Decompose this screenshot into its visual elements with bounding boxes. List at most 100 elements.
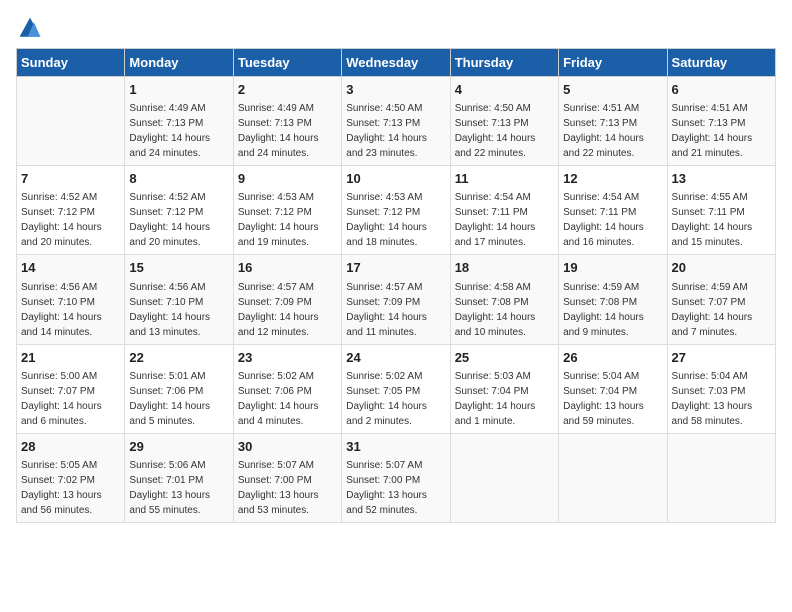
calendar-cell	[450, 433, 558, 522]
calendar-cell: 25 Sunrise: 5:03 AM Sunset: 7:04 PM Dayli…	[450, 344, 558, 433]
day-number: 17	[346, 259, 445, 277]
day-number: 26	[563, 349, 662, 367]
day-number: 19	[563, 259, 662, 277]
logo	[16, 16, 42, 40]
day-info: Sunrise: 4:59 AM Sunset: 7:08 PM Dayligh…	[563, 280, 662, 340]
calendar-cell: 7 Sunrise: 4:52 AM Sunset: 7:12 PM Daylig…	[17, 166, 125, 255]
calendar-cell: 16 Sunrise: 4:57 AM Sunset: 7:09 PM Dayli…	[233, 255, 341, 344]
calendar-cell: 2Sunrise: 4:49 AM Sunset: 7:13 PM Daylig…	[233, 77, 341, 166]
day-info: Sunrise: 4:58 AM Sunset: 7:08 PM Dayligh…	[455, 280, 554, 340]
day-info: Sunrise: 5:06 AM Sunset: 7:01 PM Dayligh…	[129, 458, 228, 518]
day-number: 7	[21, 170, 120, 188]
calendar-cell: 12Sunrise: 4:54 AM Sunset: 7:11 PM Dayli…	[559, 166, 667, 255]
day-info: Sunrise: 4:54 AM Sunset: 7:11 PM Dayligh…	[563, 190, 662, 250]
calendar-cell: 14Sunrise: 4:56 AM Sunset: 7:10 PM Dayli…	[17, 255, 125, 344]
calendar-cell: 27Sunrise: 5:04 AM Sunset: 7:03 PM Dayli…	[667, 344, 775, 433]
day-info: Sunrise: 4:52 AM Sunset: 7:12 PM Dayligh…	[129, 190, 228, 250]
day-info: Sunrise: 5:04 AM Sunset: 7:04 PM Dayligh…	[563, 369, 662, 429]
day-info: Sunrise: 4:56 AM Sunset: 7:10 PM Dayligh…	[129, 280, 228, 340]
day-info: Sunrise: 4:57 AM Sunset: 7:09 PM Dayligh…	[346, 280, 445, 340]
day-number: 4	[455, 81, 554, 99]
day-info: Sunrise: 4:49 AM Sunset: 7:13 PM Dayligh…	[129, 101, 228, 161]
day-number: 20	[672, 259, 771, 277]
day-info: Sunrise: 4:57 AM Sunset: 7:09 PM Dayligh…	[238, 280, 337, 340]
day-number: 31	[346, 438, 445, 456]
day-info: Sunrise: 4:51 AM Sunset: 7:13 PM Dayligh…	[672, 101, 771, 161]
calendar-cell: 11 Sunrise: 4:54 AM Sunset: 7:11 PM Dayli…	[450, 166, 558, 255]
calendar-cell: 20 Sunrise: 4:59 AM Sunset: 7:07 PM Dayli…	[667, 255, 775, 344]
calendar-cell: 8 Sunrise: 4:52 AM Sunset: 7:12 PM Daylig…	[125, 166, 233, 255]
day-info: Sunrise: 5:02 AM Sunset: 7:06 PM Dayligh…	[238, 369, 337, 429]
calendar-cell	[17, 77, 125, 166]
day-number: 11	[455, 170, 554, 188]
calendar-cell: 18 Sunrise: 4:58 AM Sunset: 7:08 PM Dayli…	[450, 255, 558, 344]
calendar-cell: 26 Sunrise: 5:04 AM Sunset: 7:04 PM Dayli…	[559, 344, 667, 433]
day-info: Sunrise: 4:59 AM Sunset: 7:07 PM Dayligh…	[672, 280, 771, 340]
day-info: Sunrise: 4:55 AM Sunset: 7:11 PM Dayligh…	[672, 190, 771, 250]
weekday-header-wednesday: Wednesday	[342, 49, 450, 77]
weekday-header-sunday: Sunday	[17, 49, 125, 77]
day-number: 16	[238, 259, 337, 277]
day-info: Sunrise: 5:05 AM Sunset: 7:02 PM Dayligh…	[21, 458, 120, 518]
calendar-cell: 31 Sunrise: 5:07 AM Sunset: 7:00 PM Dayli…	[342, 433, 450, 522]
day-info: Sunrise: 4:51 AM Sunset: 7:13 PM Dayligh…	[563, 101, 662, 161]
day-number: 24	[346, 349, 445, 367]
calendar-cell: 19 Sunrise: 4:59 AM Sunset: 7:08 PM Dayli…	[559, 255, 667, 344]
weekday-header-monday: Monday	[125, 49, 233, 77]
calendar-cell: 29 Sunrise: 5:06 AM Sunset: 7:01 PM Dayli…	[125, 433, 233, 522]
weekday-header-tuesday: Tuesday	[233, 49, 341, 77]
calendar-cell: 22 Sunrise: 5:01 AM Sunset: 7:06 PM Dayli…	[125, 344, 233, 433]
header	[16, 16, 776, 40]
weekday-header-thursday: Thursday	[450, 49, 558, 77]
day-number: 6	[672, 81, 771, 99]
day-info: Sunrise: 5:03 AM Sunset: 7:04 PM Dayligh…	[455, 369, 554, 429]
day-info: Sunrise: 5:07 AM Sunset: 7:00 PM Dayligh…	[238, 458, 337, 518]
day-number: 10	[346, 170, 445, 188]
day-number: 21	[21, 349, 120, 367]
day-number: 13	[672, 170, 771, 188]
day-number: 14	[21, 259, 120, 277]
day-info: Sunrise: 5:01 AM Sunset: 7:06 PM Dayligh…	[129, 369, 228, 429]
calendar-cell: 10 Sunrise: 4:53 AM Sunset: 7:12 PM Dayli…	[342, 166, 450, 255]
calendar-cell: 5 Sunrise: 4:51 AM Sunset: 7:13 PM Daylig…	[559, 77, 667, 166]
day-info: Sunrise: 4:50 AM Sunset: 7:13 PM Dayligh…	[455, 101, 554, 161]
calendar-cell: 17 Sunrise: 4:57 AM Sunset: 7:09 PM Dayli…	[342, 255, 450, 344]
calendar-cell: 6 Sunrise: 4:51 AM Sunset: 7:13 PM Daylig…	[667, 77, 775, 166]
logo-icon	[18, 16, 42, 40]
day-info: Sunrise: 5:02 AM Sunset: 7:05 PM Dayligh…	[346, 369, 445, 429]
day-info: Sunrise: 4:53 AM Sunset: 7:12 PM Dayligh…	[238, 190, 337, 250]
calendar-table: SundayMondayTuesdayWednesdayThursdayFrid…	[16, 48, 776, 523]
day-info: Sunrise: 5:00 AM Sunset: 7:07 PM Dayligh…	[21, 369, 120, 429]
day-info: Sunrise: 4:53 AM Sunset: 7:12 PM Dayligh…	[346, 190, 445, 250]
day-number: 29	[129, 438, 228, 456]
day-number: 23	[238, 349, 337, 367]
calendar-cell: 15Sunrise: 4:56 AM Sunset: 7:10 PM Dayli…	[125, 255, 233, 344]
day-number: 8	[129, 170, 228, 188]
calendar-cell: 28Sunrise: 5:05 AM Sunset: 7:02 PM Dayli…	[17, 433, 125, 522]
day-number: 3	[346, 81, 445, 99]
calendar-cell: 23 Sunrise: 5:02 AM Sunset: 7:06 PM Dayli…	[233, 344, 341, 433]
day-info: Sunrise: 5:07 AM Sunset: 7:00 PM Dayligh…	[346, 458, 445, 518]
day-number: 1	[129, 81, 228, 99]
calendar-cell	[559, 433, 667, 522]
day-number: 25	[455, 349, 554, 367]
calendar-cell: 9 Sunrise: 4:53 AM Sunset: 7:12 PM Daylig…	[233, 166, 341, 255]
day-number: 18	[455, 259, 554, 277]
calendar-cell: 24 Sunrise: 5:02 AM Sunset: 7:05 PM Dayli…	[342, 344, 450, 433]
calendar-cell: 3 Sunrise: 4:50 AM Sunset: 7:13 PM Daylig…	[342, 77, 450, 166]
day-info: Sunrise: 4:52 AM Sunset: 7:12 PM Dayligh…	[21, 190, 120, 250]
calendar-cell: 4 Sunrise: 4:50 AM Sunset: 7:13 PM Daylig…	[450, 77, 558, 166]
day-number: 22	[129, 349, 228, 367]
calendar-cell: 30 Sunrise: 5:07 AM Sunset: 7:00 PM Dayli…	[233, 433, 341, 522]
calendar-cell	[667, 433, 775, 522]
day-info: Sunrise: 4:49 AM Sunset: 7:13 PM Dayligh…	[238, 101, 337, 161]
day-number: 9	[238, 170, 337, 188]
day-info: Sunrise: 4:50 AM Sunset: 7:13 PM Dayligh…	[346, 101, 445, 161]
weekday-header-saturday: Saturday	[667, 49, 775, 77]
calendar-cell: 21 Sunrise: 5:00 AM Sunset: 7:07 PM Dayli…	[17, 344, 125, 433]
day-info: Sunrise: 5:04 AM Sunset: 7:03 PM Dayligh…	[672, 369, 771, 429]
day-number: 5	[563, 81, 662, 99]
day-info: Sunrise: 4:54 AM Sunset: 7:11 PM Dayligh…	[455, 190, 554, 250]
day-number: 30	[238, 438, 337, 456]
calendar-cell: 1 Sunrise: 4:49 AM Sunset: 7:13 PM Daylig…	[125, 77, 233, 166]
